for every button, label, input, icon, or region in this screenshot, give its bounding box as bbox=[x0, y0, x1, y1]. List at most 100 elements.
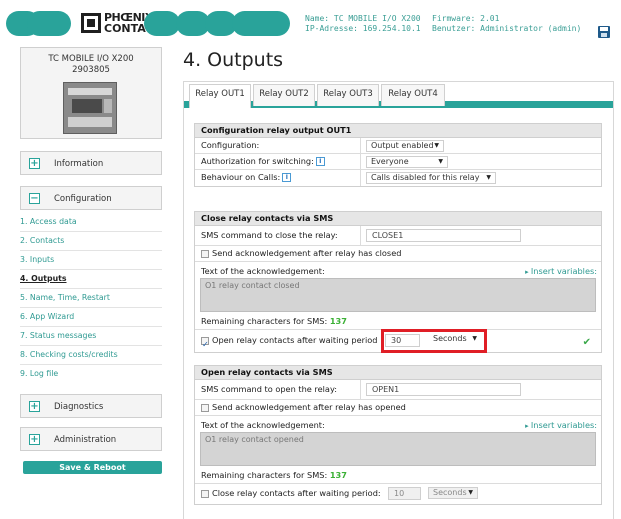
config-section: Configuration relay output OUT1 Configur… bbox=[194, 123, 602, 187]
configuration-value: Output enabled bbox=[371, 141, 434, 150]
firmware-label: Firmware: 2.01 bbox=[432, 14, 500, 23]
send-ack-open-label: Send acknowledgement after relay has ope… bbox=[212, 402, 406, 412]
open-command-row: SMS command to open the relay: OPEN1 bbox=[195, 380, 601, 400]
nav-information-label: Information bbox=[54, 159, 104, 169]
nav-diagnostics-label: Diagnostics bbox=[54, 402, 104, 412]
sidebar-item-status-messages[interactable]: 7. Status messages bbox=[20, 327, 162, 346]
open-remaining-row: Remaining characters for SMS: 137 bbox=[195, 468, 601, 484]
configuration-select[interactable]: Output enabled ▼ bbox=[366, 140, 444, 152]
expand-icon[interactable]: + bbox=[29, 158, 40, 169]
brand-shape bbox=[27, 11, 71, 36]
insert-variables-link[interactable]: Insert variables: bbox=[525, 420, 597, 432]
collapse-icon[interactable]: − bbox=[29, 193, 40, 204]
open-remaining-label: Remaining characters for SMS: bbox=[201, 470, 328, 480]
authorization-label: Authorization for switching: i bbox=[195, 154, 361, 169]
user-label: Benutzer: Administrator (admin) bbox=[432, 24, 582, 33]
close-remaining-row: Remaining characters for SMS: 137 bbox=[195, 314, 601, 330]
chevron-down-icon: ▼ bbox=[434, 142, 439, 149]
close-ack-head: Text of the acknowledgement: Insert vari… bbox=[195, 266, 601, 278]
open-ack-text-label: Text of the acknowledgement: bbox=[201, 420, 325, 430]
behaviour-label: Behaviour on Calls: i bbox=[195, 170, 361, 186]
close-ack-textarea[interactable]: O1 relay contact closed bbox=[200, 278, 596, 312]
logo-mark-icon bbox=[81, 13, 101, 33]
close-remaining-label: Remaining characters for SMS: bbox=[201, 316, 328, 326]
firmware-info: Firmware: 2.01 Benutzer: Administrator (… bbox=[432, 14, 581, 34]
sidebar-item-log-file[interactable]: 9. Log file bbox=[20, 365, 162, 384]
open-sms-section: Open relay contacts via SMS SMS command … bbox=[194, 365, 602, 505]
tab-relay-out1[interactable]: Relay OUT1 bbox=[189, 84, 251, 108]
brand-logo: PHŒNIX CONTACT bbox=[79, 11, 161, 36]
nav-diagnostics[interactable]: + Diagnostics bbox=[20, 394, 162, 418]
close-after-wait-checkbox[interactable] bbox=[201, 489, 209, 498]
close-sms-section: Close relay contacts via SMS SMS command… bbox=[194, 211, 602, 355]
nav-administration[interactable]: + Administration bbox=[20, 427, 162, 451]
sidebar-item-access-data[interactable]: 1. Access data bbox=[20, 213, 162, 232]
sidebar-item-name-time-restart[interactable]: 5. Name, Time, Restart bbox=[20, 289, 162, 308]
authorization-value: Everyone bbox=[371, 157, 409, 166]
sidebar-item-contacts[interactable]: 2. Contacts bbox=[20, 232, 162, 251]
expand-icon[interactable]: + bbox=[29, 401, 40, 412]
device-article: 2903805 bbox=[72, 65, 110, 75]
open-command-input[interactable]: OPEN1 bbox=[366, 383, 521, 396]
config-section-header: Configuration relay output OUT1 bbox=[195, 124, 601, 138]
send-ack-open-checkbox[interactable] bbox=[201, 403, 209, 412]
save-reboot-button[interactable]: Save & Reboot bbox=[23, 461, 162, 474]
info-icon[interactable]: i bbox=[282, 173, 292, 182]
send-ack-close-checkbox[interactable] bbox=[201, 249, 209, 258]
nav-configuration[interactable]: − Configuration bbox=[20, 186, 162, 210]
config-row-configuration: Configuration: Output enabled ▼ bbox=[195, 138, 601, 154]
open-send-ack-row: Send acknowledgement after relay has ope… bbox=[195, 400, 601, 416]
open-after-wait-label: Open relay contacts after waiting period bbox=[212, 335, 378, 345]
open-close-after-row: Close relay contacts after waiting perio… bbox=[195, 484, 601, 504]
nav-information[interactable]: + Information bbox=[20, 151, 162, 175]
brand-shape bbox=[232, 11, 290, 36]
tab-relay-out2[interactable]: Relay OUT2 bbox=[253, 84, 315, 106]
sidebar-item-app-wizard[interactable]: 6. App Wizard bbox=[20, 308, 162, 327]
tab-relay-out3[interactable]: Relay OUT3 bbox=[317, 84, 379, 106]
chevron-down-icon: ▼ bbox=[486, 174, 491, 181]
authorization-label-text: Authorization for switching: bbox=[201, 156, 314, 166]
tab-container: Relay OUT1 Relay OUT2 Relay OUT3 Relay O… bbox=[183, 81, 614, 519]
configuration-label: Configuration: bbox=[195, 138, 361, 153]
sidebar-item-inputs[interactable]: 3. Inputs bbox=[20, 251, 162, 270]
behaviour-value: Calls disabled for this relay bbox=[371, 173, 480, 182]
close-after-wait-label: Close relay contacts after waiting perio… bbox=[212, 488, 381, 498]
header-bar: PHŒNIX CONTACT Name: TC MOBILE I/O X200 … bbox=[0, 0, 621, 46]
info-icon[interactable]: i bbox=[315, 157, 325, 166]
ip-address-label: IP-Adresse: 169.254.10.1 bbox=[305, 24, 421, 33]
check-icon: ✔ bbox=[582, 337, 591, 348]
authorization-select[interactable]: Everyone ▼ bbox=[366, 156, 448, 168]
sidebar-item-outputs[interactable]: 4. Outputs bbox=[20, 270, 162, 289]
close-open-after-row: Open relay contacts after waiting period… bbox=[195, 329, 601, 355]
device-title: TC MOBILE I/O X200 2903805 bbox=[21, 54, 161, 76]
brand-shape bbox=[144, 11, 180, 36]
expand-icon[interactable]: + bbox=[29, 434, 40, 445]
open-section-header: Open relay contacts via SMS bbox=[195, 366, 601, 380]
behaviour-select[interactable]: Calls disabled for this relay ▼ bbox=[366, 172, 496, 184]
close-wait-unit-value: Seconds bbox=[433, 488, 467, 497]
device-card: TC MOBILE I/O X200 2903805 bbox=[20, 47, 162, 139]
behaviour-label-text: Behaviour on Calls: bbox=[201, 172, 281, 182]
save-icon[interactable] bbox=[598, 26, 610, 38]
insert-variables-link[interactable]: Insert variables: bbox=[525, 266, 597, 278]
device-image bbox=[63, 82, 117, 134]
device-name: TC MOBILE I/O X200 bbox=[48, 54, 134, 64]
close-command-input[interactable]: CLOSE1 bbox=[366, 229, 521, 242]
open-ack-textarea[interactable]: O1 relay contact opened bbox=[200, 432, 596, 466]
tab-strip: Relay OUT1 Relay OUT2 Relay OUT3 Relay O… bbox=[184, 82, 613, 109]
config-row-behaviour: Behaviour on Calls: i Calls disabled for … bbox=[195, 170, 601, 186]
close-wait-period-input[interactable]: 10 bbox=[388, 487, 421, 500]
close-command-row: SMS command to close the relay: CLOSE1 bbox=[195, 226, 601, 246]
send-ack-close-label: Send acknowledgement after relay has clo… bbox=[212, 248, 402, 258]
close-wait-unit-select[interactable]: Seconds ▼ bbox=[428, 487, 478, 499]
chevron-down-icon: ▼ bbox=[438, 158, 443, 165]
device-name-label: Name: TC MOBILE I/O X200 bbox=[305, 14, 421, 23]
tab-relay-out4[interactable]: Relay OUT4 bbox=[381, 84, 445, 106]
open-after-wait-checkbox[interactable] bbox=[201, 335, 209, 355]
highlight-frame bbox=[381, 329, 487, 353]
config-row-authorization: Authorization for switching: i Everyone ▼ bbox=[195, 154, 601, 170]
sidebar-item-checking-costs[interactable]: 8. Checking costs/credits bbox=[20, 346, 162, 365]
close-send-ack-row: Send acknowledgement after relay has clo… bbox=[195, 246, 601, 262]
nav-configuration-label: Configuration bbox=[54, 194, 112, 204]
page-title: 4. Outputs bbox=[183, 49, 284, 71]
